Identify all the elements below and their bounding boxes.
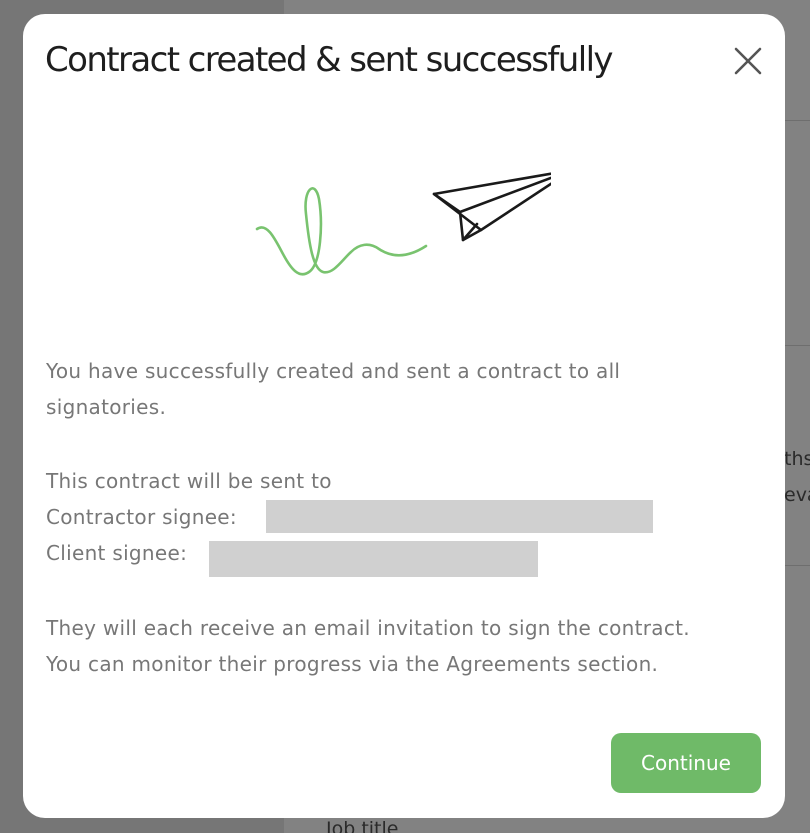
info-line: You can monitor their progress via the A… [46, 652, 659, 676]
client-signee-value [209, 541, 538, 577]
contractor-signee-value [266, 500, 653, 533]
contractor-signee-label: Contractor signee: [46, 505, 237, 529]
signature-squiggle-icon [255, 187, 428, 276]
message-line: You have successfully created and sent a… [46, 359, 621, 383]
dialog-title: Contract created & sent successfully [45, 40, 614, 80]
close-icon [734, 47, 762, 75]
continue-button[interactable]: Continue [611, 733, 761, 793]
client-signee-label: Client signee: [46, 541, 188, 565]
sent-to-label: This contract will be sent to [46, 469, 332, 493]
message-line: signatories. [46, 395, 167, 419]
background-text: eva [784, 484, 810, 506]
paper-plane-illustration [255, 172, 551, 276]
info-message: They will each receive an email invitati… [46, 610, 766, 682]
close-button[interactable] [733, 46, 763, 76]
background-text: ths [784, 448, 810, 470]
paper-plane-icon [432, 172, 551, 242]
info-line: They will each receive an email invitati… [46, 616, 690, 640]
success-dialog: Contract created & sent successfully You… [23, 14, 785, 818]
background-text: Job title [326, 818, 399, 833]
success-message: You have successfully created and sent a… [46, 353, 766, 425]
